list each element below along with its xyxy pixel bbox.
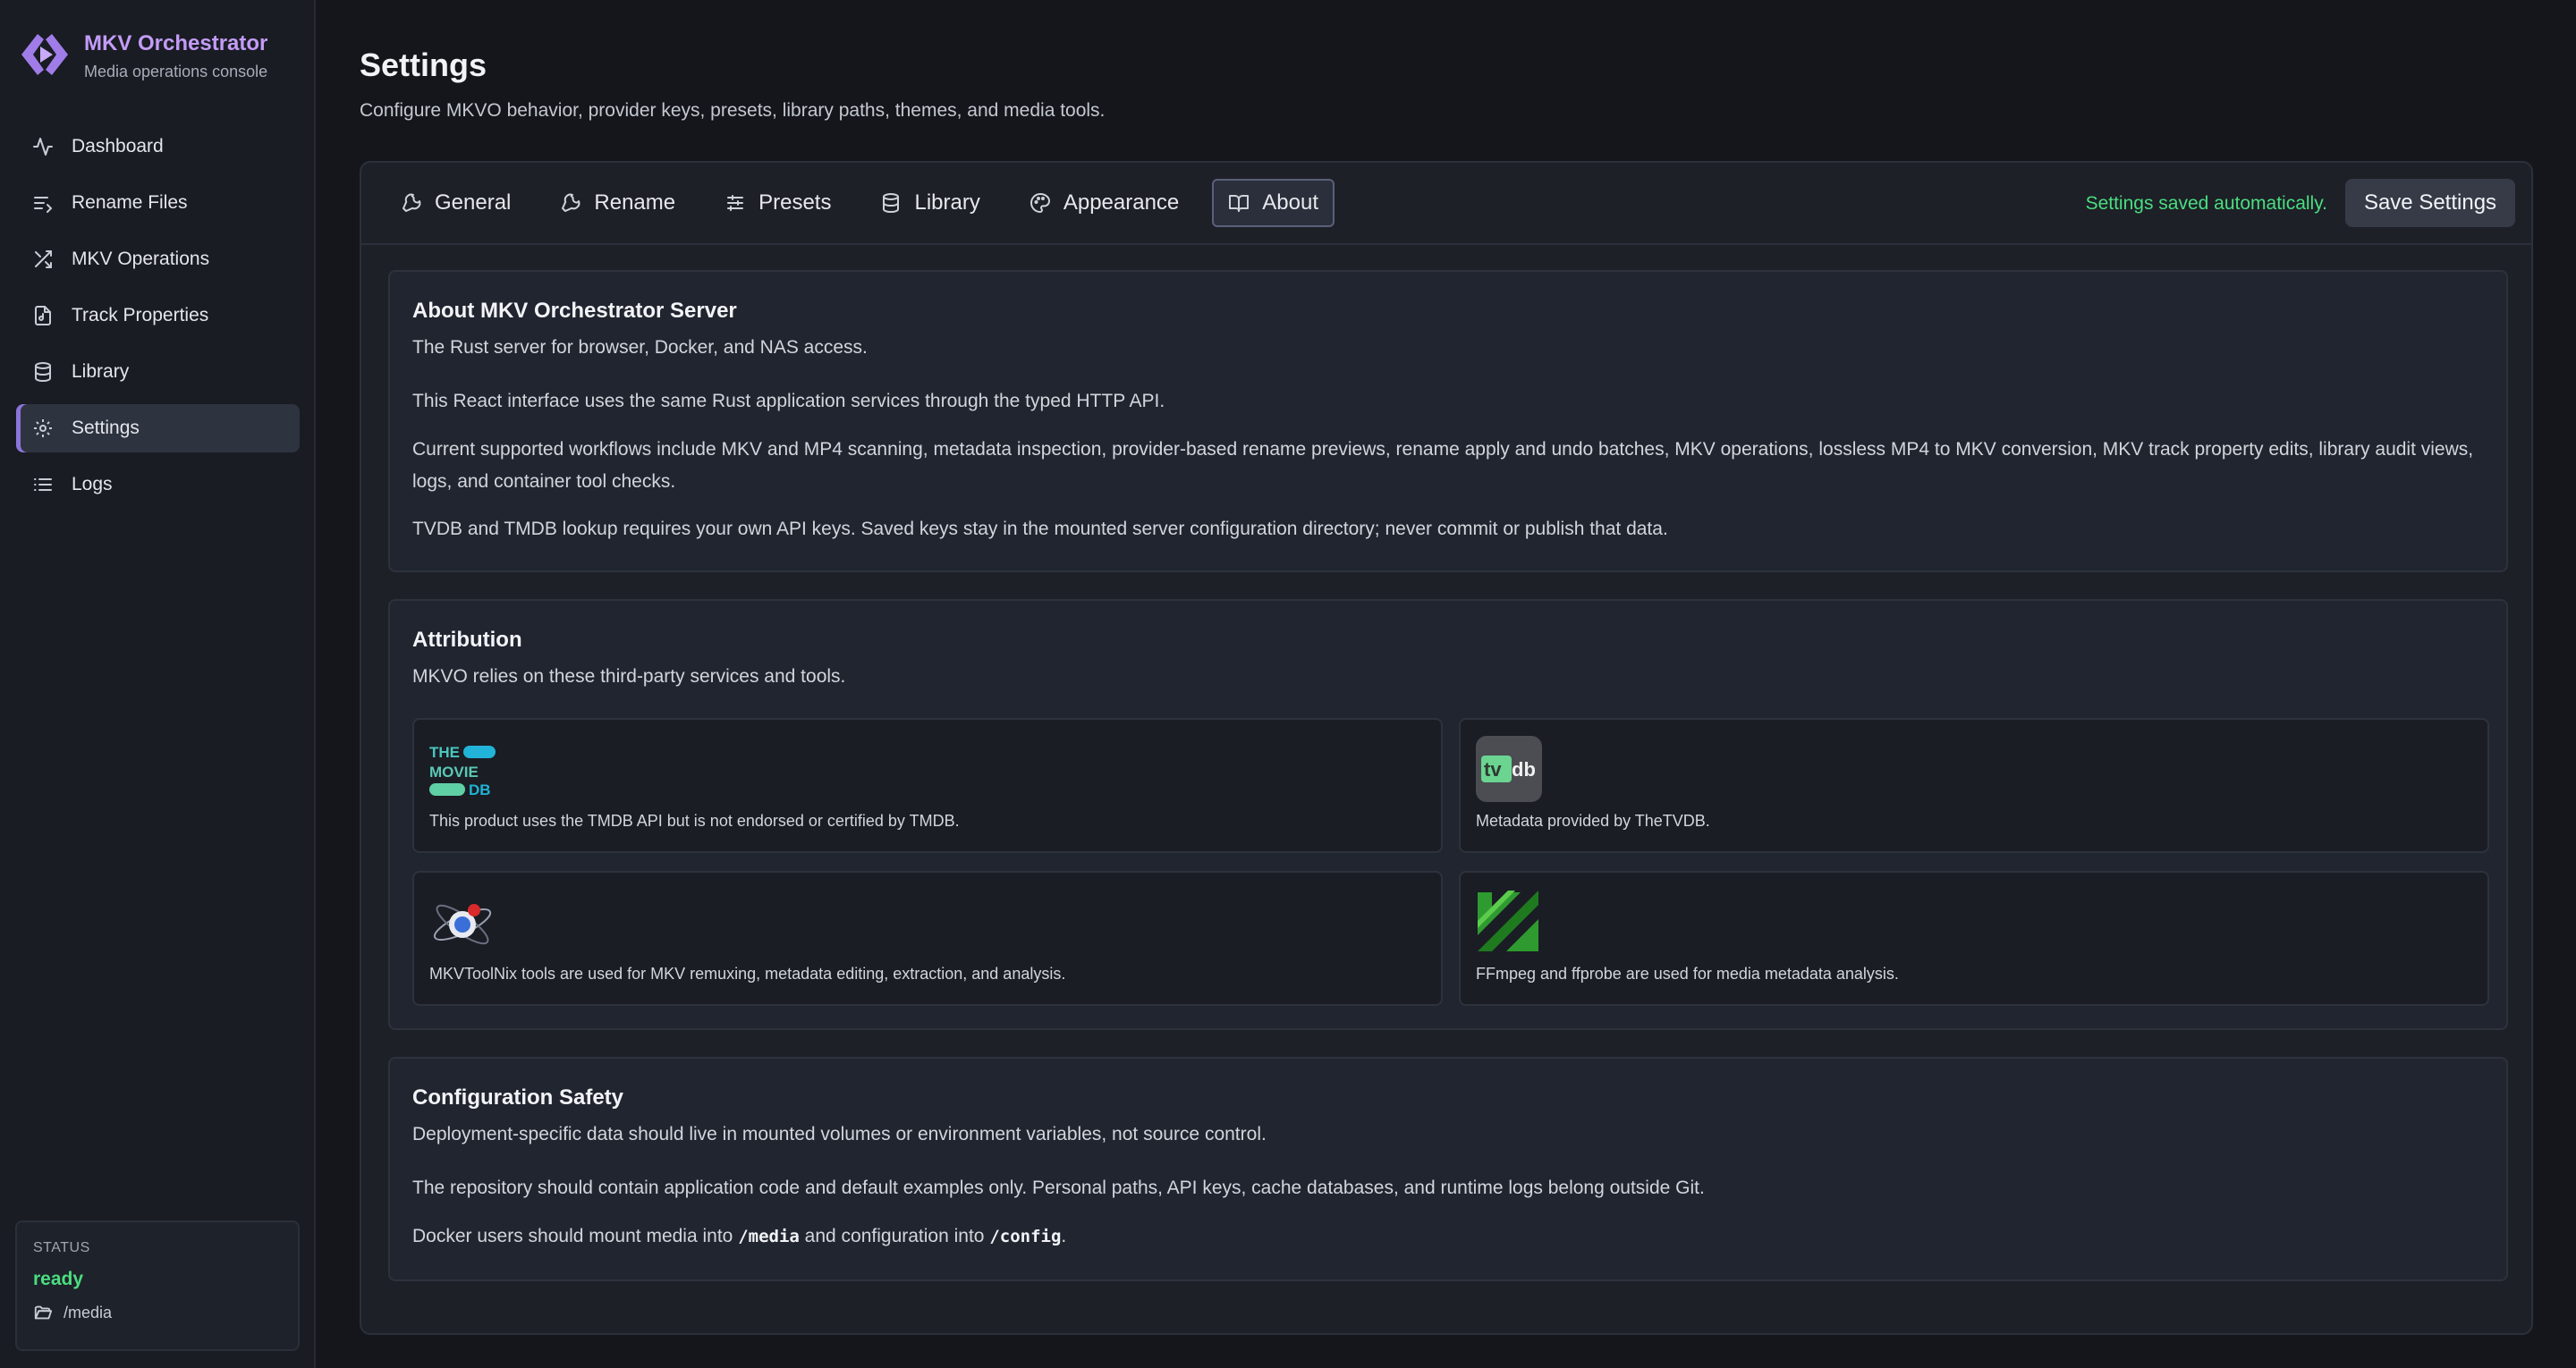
wrench-icon (562, 193, 580, 212)
settings-panel: General Rename Presets Library Appearanc… (360, 161, 2533, 1335)
attribution-caption: FFmpeg and ffprobe are used for media me… (1476, 965, 1899, 983)
text-fragment: Docker users should mount media into (412, 1226, 739, 1246)
shuffle-icon (35, 250, 52, 268)
tab-label: Appearance (1063, 190, 1180, 215)
attribution-card-ffmpeg: FFmpeg and ffprobe are used for media me… (1459, 871, 2489, 1006)
tab-appearance[interactable]: Appearance (1013, 179, 1195, 227)
attribution-caption: This product uses the TMDB API but is no… (429, 812, 960, 830)
wrench-icon (402, 193, 421, 212)
svg-text:db: db (1512, 758, 1536, 781)
database-icon (35, 362, 51, 383)
sidebar: MKV Orchestrator Media operations consol… (0, 0, 316, 1368)
svg-text:MOVIE: MOVIE (429, 764, 479, 781)
tvdb-logo-icon: tv db (1476, 736, 1542, 802)
about-paragraph: This React interface uses the same Rust … (412, 391, 1165, 411)
mkv-logo-icon (21, 34, 68, 75)
sidebar-item-label: Library (72, 361, 130, 382)
activity-icon (33, 138, 53, 156)
attribution-intro: MKVO relies on these third-party service… (412, 666, 846, 687)
media-path-code: /media (738, 1227, 800, 1246)
save-settings-button[interactable]: Save Settings (2345, 179, 2515, 227)
tab-library[interactable]: Library (864, 179, 996, 227)
rename-list-icon (34, 197, 53, 213)
config-path-code: /config (989, 1227, 1062, 1246)
ffmpeg-logo-icon (1478, 891, 1538, 951)
tab-label: Rename (594, 190, 676, 215)
sidebar-item-label: Rename Files (72, 192, 188, 213)
svg-text:tv: tv (1484, 758, 1502, 781)
section-title: Configuration Safety (412, 1085, 624, 1110)
mkvtoolnix-logo-icon (433, 904, 492, 945)
about-section: About MKV Orchestrator Server The Rust s… (388, 270, 2508, 572)
sidebar-item-library[interactable]: Library (16, 348, 300, 396)
media-path: /media (33, 1303, 282, 1322)
tab-label: About (1262, 190, 1318, 215)
attribution-caption: Metadata provided by TheTVDB. (1476, 812, 1710, 830)
safety-paragraph-docker: Docker users should mount media into /me… (412, 1220, 2484, 1253)
sidebar-item-mkv-operations[interactable]: MKV Operations (16, 235, 300, 283)
sliders-icon (727, 195, 744, 211)
attribution-card-tvdb: tv db Metadata provided by TheTVDB. (1459, 718, 2489, 853)
brand-subtitle: Media operations console (84, 63, 268, 80)
about-paragraph: The Rust server for browser, Docker, and… (412, 337, 868, 358)
brand-title: MKV Orchestrator (84, 31, 268, 55)
configuration-safety-section: Configuration Safety Deployment-specific… (388, 1057, 2508, 1281)
save-status: Settings saved automatically. (2085, 193, 2327, 214)
tab-about[interactable]: About (1212, 179, 1335, 227)
sidebar-item-label: Logs (72, 474, 113, 494)
sidebar-nav: Dashboard Rename Files MKV Operations Tr… (16, 122, 300, 517)
sidebar-item-label: Dashboard (72, 136, 164, 156)
sidebar-item-rename-files[interactable]: Rename Files (16, 179, 300, 227)
tab-general[interactable]: General (385, 179, 527, 227)
about-paragraph: TVDB and TMDB lookup requires your own A… (412, 519, 1668, 539)
status-label: STATUS (33, 1240, 90, 1255)
media-path-text: /media (64, 1303, 113, 1322)
file-audio-icon (35, 306, 51, 325)
sidebar-item-label: Track Properties (72, 305, 209, 325)
database-icon (883, 193, 900, 214)
sidebar-item-dashboard[interactable]: Dashboard (16, 122, 300, 171)
list-icon (34, 478, 52, 491)
attribution-card-mkvtoolnix: MKVToolNix tools are used for MKV remuxi… (412, 871, 1443, 1006)
status-panel: STATUS ready /media (15, 1220, 300, 1351)
status-value: ready (33, 1269, 84, 1289)
sidebar-item-track-properties[interactable]: Track Properties (16, 291, 300, 340)
attribution-card-tmdb: THE MOVIE DB This product uses the TMDB … (412, 718, 1443, 853)
sidebar-item-settings[interactable]: Settings (16, 404, 300, 452)
section-title: Attribution (412, 628, 522, 652)
tab-label: Library (914, 190, 980, 215)
tab-label: General (435, 190, 512, 215)
text-fragment: . (1061, 1226, 1067, 1246)
main-content: Settings Configure MKVO behavior, provid… (316, 0, 2576, 1368)
settings-tabs: General Rename Presets Library Appearanc… (385, 179, 1352, 227)
attribution-caption: MKVToolNix tools are used for MKV remuxi… (429, 965, 1066, 983)
about-paragraph: Current supported workflows include MKV … (412, 439, 2474, 492)
tab-presets[interactable]: Presets (708, 179, 847, 227)
tab-label: Presets (758, 190, 832, 215)
settings-tabbar: General Rename Presets Library Appearanc… (361, 163, 2531, 245)
page-title: Settings (360, 46, 487, 83)
text-fragment: and configuration into (799, 1226, 990, 1246)
svg-text:THE: THE (429, 744, 460, 761)
svg-text:DB: DB (469, 781, 491, 798)
tmdb-logo-icon: THE MOVIE DB (429, 744, 496, 798)
attribution-section: Attribution MKVO relies on these third-p… (388, 599, 2508, 1030)
page-subtitle: Configure MKVO behavior, provider keys, … (360, 100, 1106, 121)
section-title: About MKV Orchestrator Server (412, 299, 737, 323)
brand[interactable]: MKV Orchestrator Media operations consol… (20, 29, 267, 84)
sidebar-item-logs[interactable]: Logs (16, 460, 300, 509)
tab-rename[interactable]: Rename (544, 179, 691, 227)
safety-paragraph: The repository should contain applicatio… (412, 1178, 1705, 1198)
sidebar-item-label: MKV Operations (72, 249, 210, 269)
book-open-icon (1229, 195, 1250, 212)
safety-paragraph: Deployment-specific data should live in … (412, 1124, 1267, 1144)
gear-icon (34, 419, 52, 437)
folder-open-icon (34, 1305, 53, 1320)
palette-icon (1030, 192, 1050, 214)
sidebar-item-label: Settings (72, 418, 140, 438)
